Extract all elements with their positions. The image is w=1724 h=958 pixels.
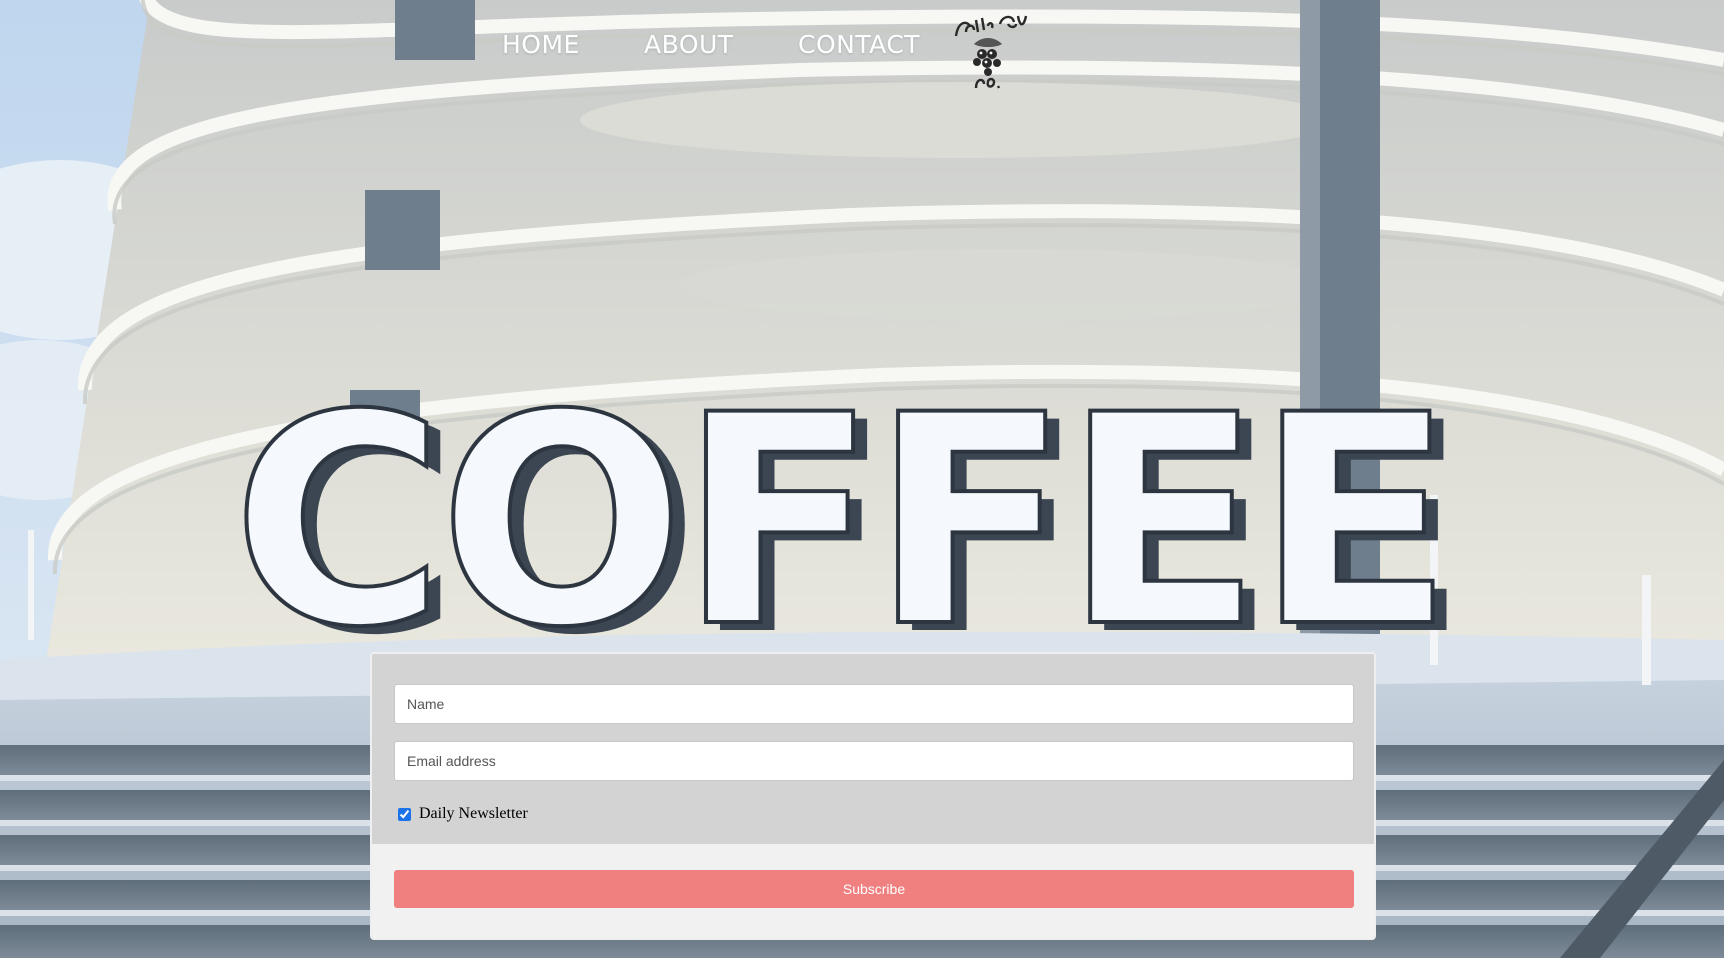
form-fields-section: Daily Newsletter <box>372 654 1374 844</box>
coffee-sign: COFFEE COFFEE <box>230 352 1468 699</box>
top-nav: HOME ABOUT CONTACT <box>0 15 1724 94</box>
coffee-sign-text: COFFEE <box>232 354 1448 691</box>
daily-newsletter-label: Daily Newsletter <box>419 805 528 822</box>
daily-newsletter-checkbox[interactable] <box>398 807 411 821</box>
newsletter-option: Daily Newsletter <box>396 804 528 824</box>
coffee-crew-logo-icon[interactable] <box>944 2 1032 90</box>
nav-about-link[interactable]: ABOUT <box>644 30 734 59</box>
name-input[interactable] <box>394 684 1354 724</box>
nav-contact-link[interactable]: CONTACT <box>798 30 920 59</box>
logo-graphic <box>954 15 1028 89</box>
nav-home-link[interactable]: HOME <box>502 30 580 59</box>
email-input[interactable] <box>394 741 1354 781</box>
subscribe-button[interactable]: Subscribe <box>394 870 1354 908</box>
newsletter-form-card: Daily Newsletter Subscribe <box>370 652 1376 940</box>
